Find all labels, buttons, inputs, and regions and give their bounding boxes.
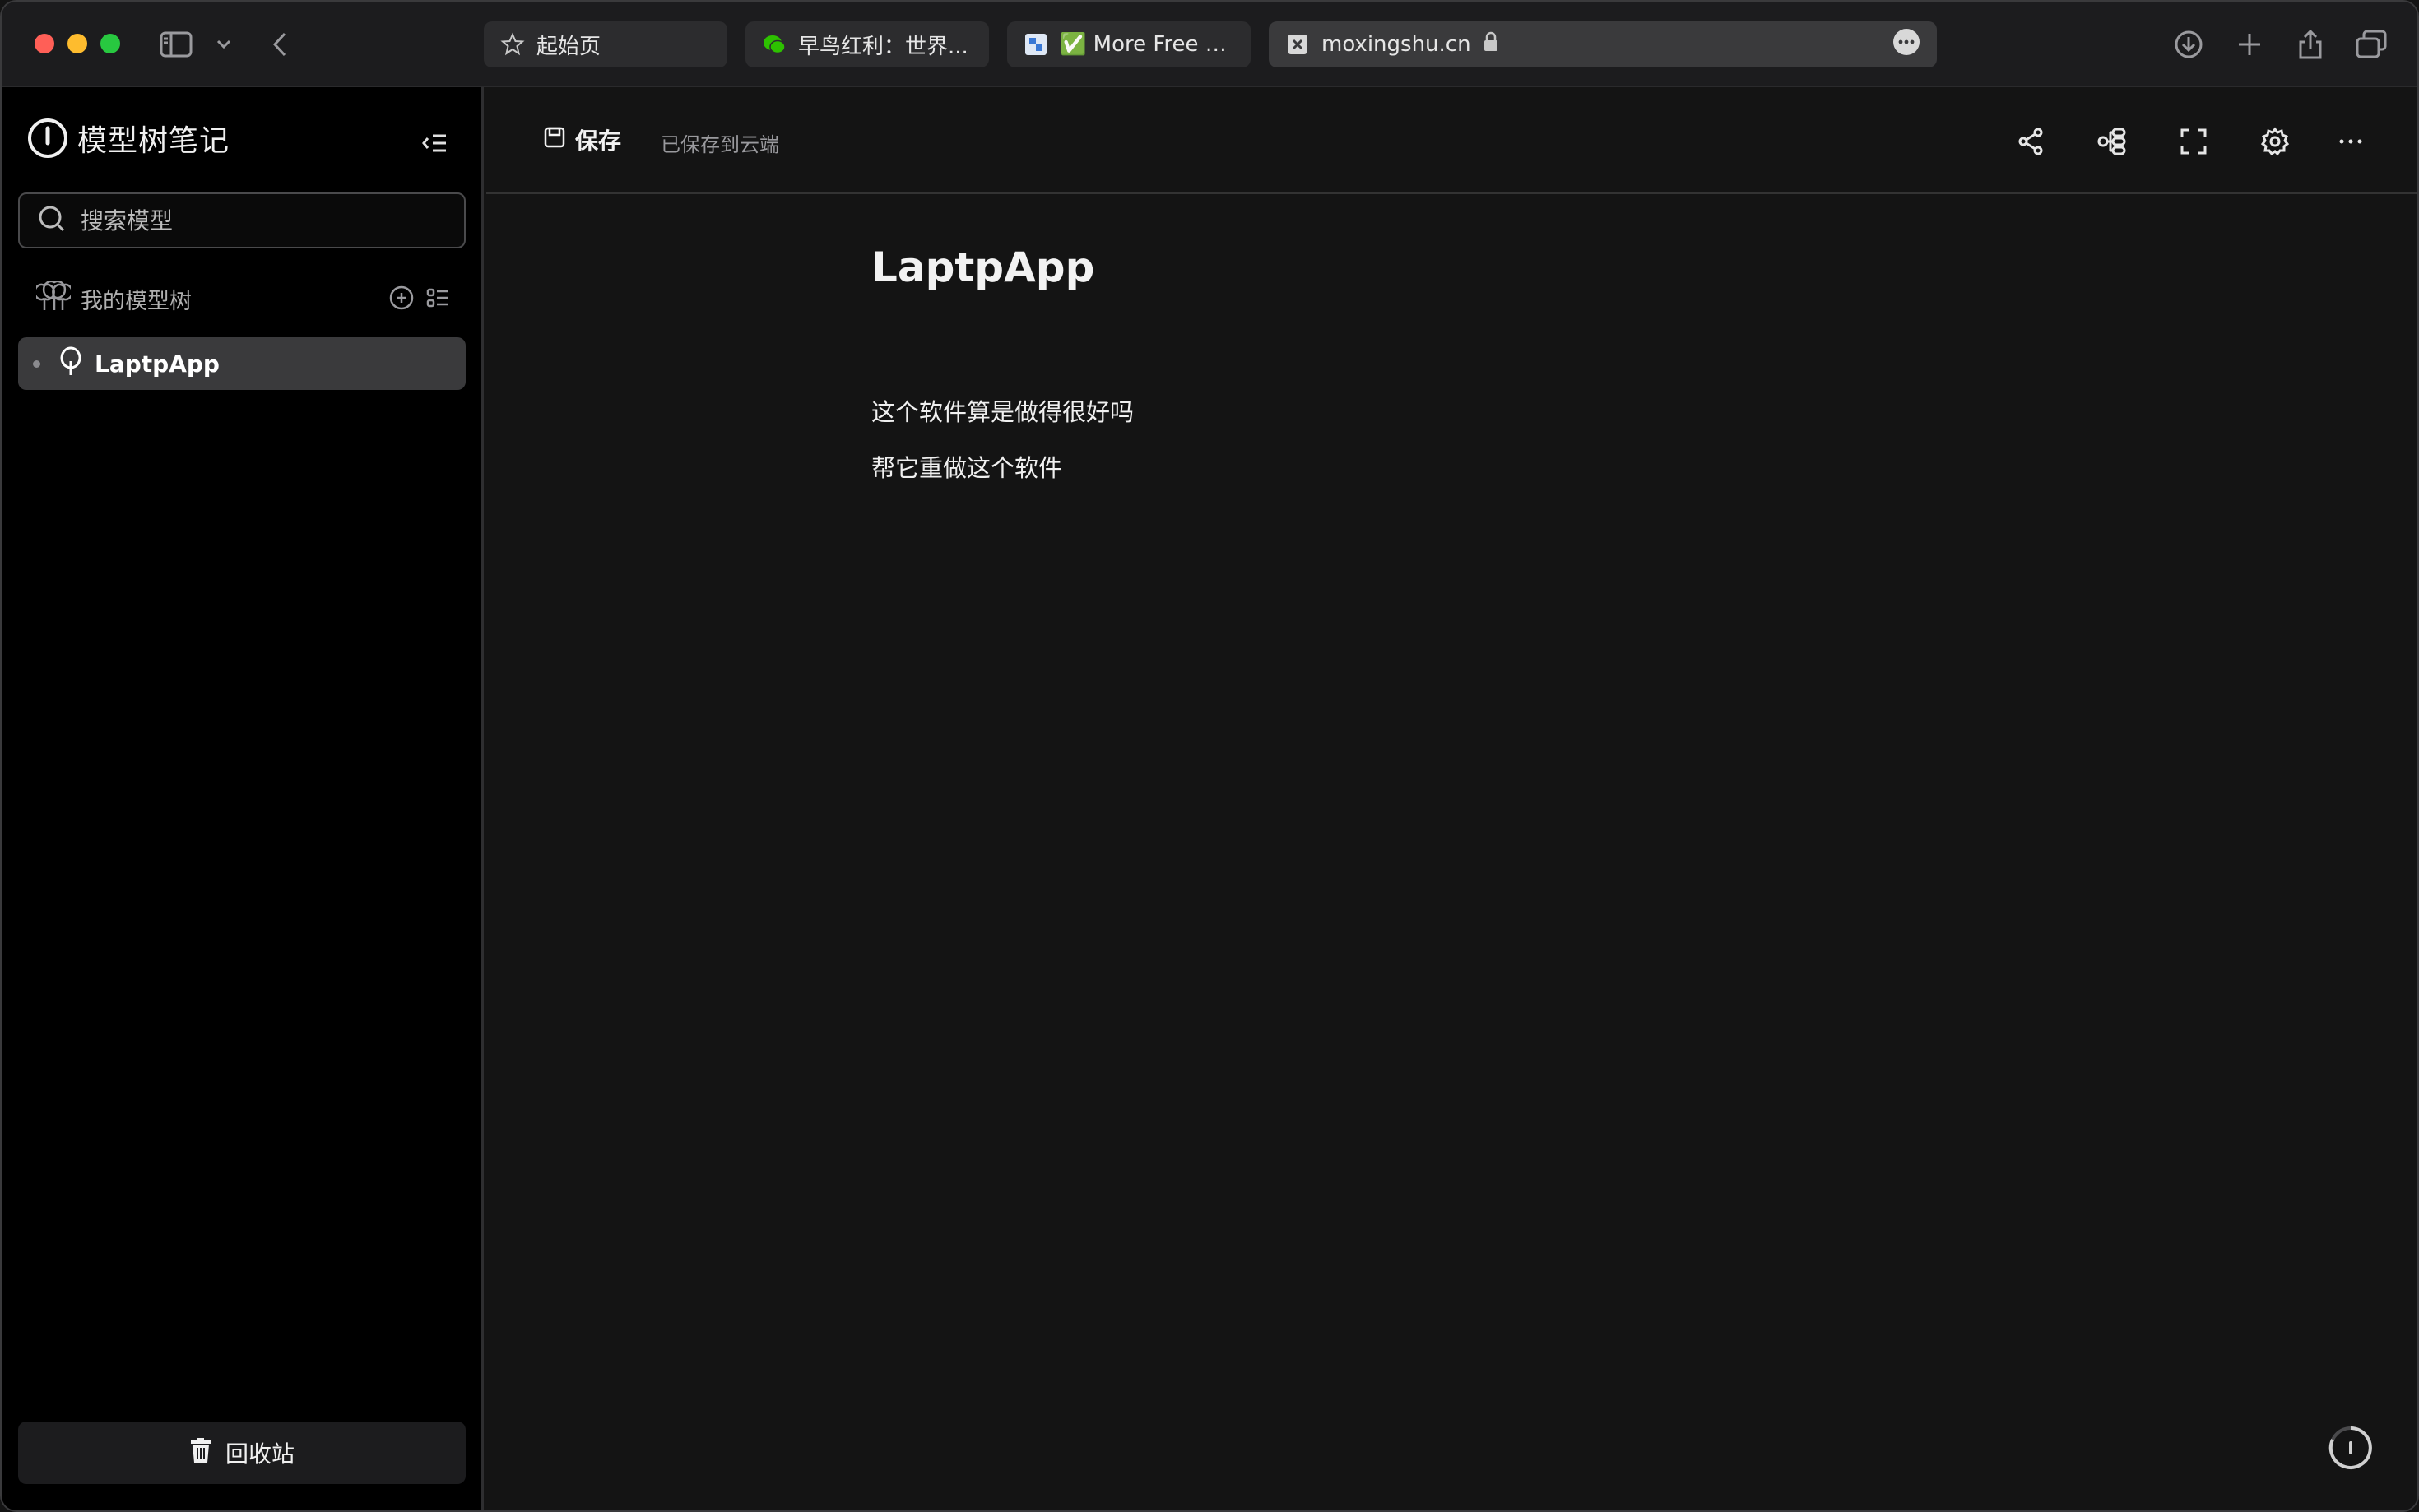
section-label: 我的模型树 <box>81 288 192 314</box>
search-input[interactable] <box>81 206 446 234</box>
section-actions <box>388 285 451 314</box>
document-body[interactable]: LaptpApp 这个软件算是做得很好吗 帮它重做这个软件 <box>871 243 2023 510</box>
save-status: 已保存到云端 <box>661 133 779 156</box>
more-options-icon[interactable] <box>1892 28 1920 62</box>
image-favicon <box>1024 32 1048 57</box>
trash-icon <box>189 1437 212 1468</box>
editor-toolbar: 保存 已保存到云端 <box>486 87 2417 194</box>
more-menu-icon[interactable] <box>2331 122 2370 161</box>
document-title[interactable]: LaptpApp <box>871 243 2023 291</box>
trash-button[interactable]: 回收站 <box>18 1422 466 1484</box>
logo-icon <box>26 117 69 160</box>
collapse-sidebar-icon[interactable] <box>416 125 453 161</box>
minimize-window-button[interactable] <box>67 34 87 53</box>
trash-label: 回收站 <box>225 1440 295 1468</box>
document-line[interactable]: 帮它重做这个软件 <box>871 454 2023 482</box>
new-tab-icon[interactable] <box>2231 26 2268 63</box>
sidebar-toggle-icon[interactable] <box>158 26 194 63</box>
close-favicon <box>1285 32 1310 57</box>
save-button[interactable]: 保存 <box>544 123 621 156</box>
sidebar-item-laptpapp[interactable]: LaptpApp <box>18 337 466 390</box>
tab-overview-icon[interactable] <box>2353 26 2389 63</box>
brand[interactable]: 模型树笔记 <box>26 117 230 160</box>
forest-icon <box>34 280 73 317</box>
zoom-window-button[interactable] <box>100 34 120 53</box>
tab-label: 起始页 <box>536 34 601 59</box>
save-label: 保存 <box>575 128 622 155</box>
sidebar: 模型树笔记 我的模型树 <box>2 87 484 1510</box>
chevron-down-icon[interactable] <box>206 26 242 63</box>
tab-moxingshu[interactable]: moxingshu.cn <box>1269 21 1937 67</box>
back-arrow-icon[interactable] <box>262 26 298 63</box>
tree-leaf-icon <box>58 346 83 381</box>
my-trees-section[interactable]: 我的模型树 <box>18 270 466 327</box>
star-icon <box>500 32 525 57</box>
settings-gear-icon[interactable] <box>2255 122 2295 161</box>
fullscreen-icon[interactable] <box>2174 122 2213 161</box>
search-icon <box>38 205 66 236</box>
download-icon[interactable] <box>2171 26 2207 63</box>
tab-label: ✅ More Free D... <box>1060 32 1234 57</box>
sidebar-item-label: LaptpApp <box>95 350 220 378</box>
main-content: 保存 已保存到云端 LaptpApp 这个软件算是做得很好吗 帮它重做这个软件 <box>486 87 2417 1510</box>
tab-wechat-article[interactable]: 早鸟红利：世界... <box>745 21 989 67</box>
tab-label: 早鸟红利：世界... <box>798 34 968 59</box>
search-box[interactable] <box>18 192 466 248</box>
tab-start-page[interactable]: 起始页 <box>484 21 727 67</box>
bullet-dot <box>33 359 40 368</box>
share-link-icon[interactable] <box>2011 122 2050 161</box>
add-tree-icon[interactable] <box>388 285 415 314</box>
tab-label: moxingshu.cn <box>1321 32 1471 57</box>
browser-window: 起始页 早鸟红利：世界... ✅ More Free D... moxingsh… <box>0 0 2419 1512</box>
save-icon <box>544 127 565 154</box>
tab-more-free[interactable]: ✅ More Free D... <box>1007 21 1251 67</box>
sync-status-icon[interactable] <box>2326 1423 2375 1473</box>
wechat-icon <box>762 32 787 57</box>
lock-icon <box>1483 31 1499 58</box>
document-line[interactable]: 这个软件算是做得很好吗 <box>871 398 2023 426</box>
mindmap-icon[interactable] <box>2092 122 2132 161</box>
list-options-icon[interactable] <box>425 285 451 314</box>
close-window-button[interactable] <box>35 34 54 53</box>
brand-name: 模型树笔记 <box>77 124 230 158</box>
share-icon[interactable] <box>2292 26 2328 63</box>
browser-titlebar: 起始页 早鸟红利：世界... ✅ More Free D... moxingsh… <box>2 2 2417 87</box>
